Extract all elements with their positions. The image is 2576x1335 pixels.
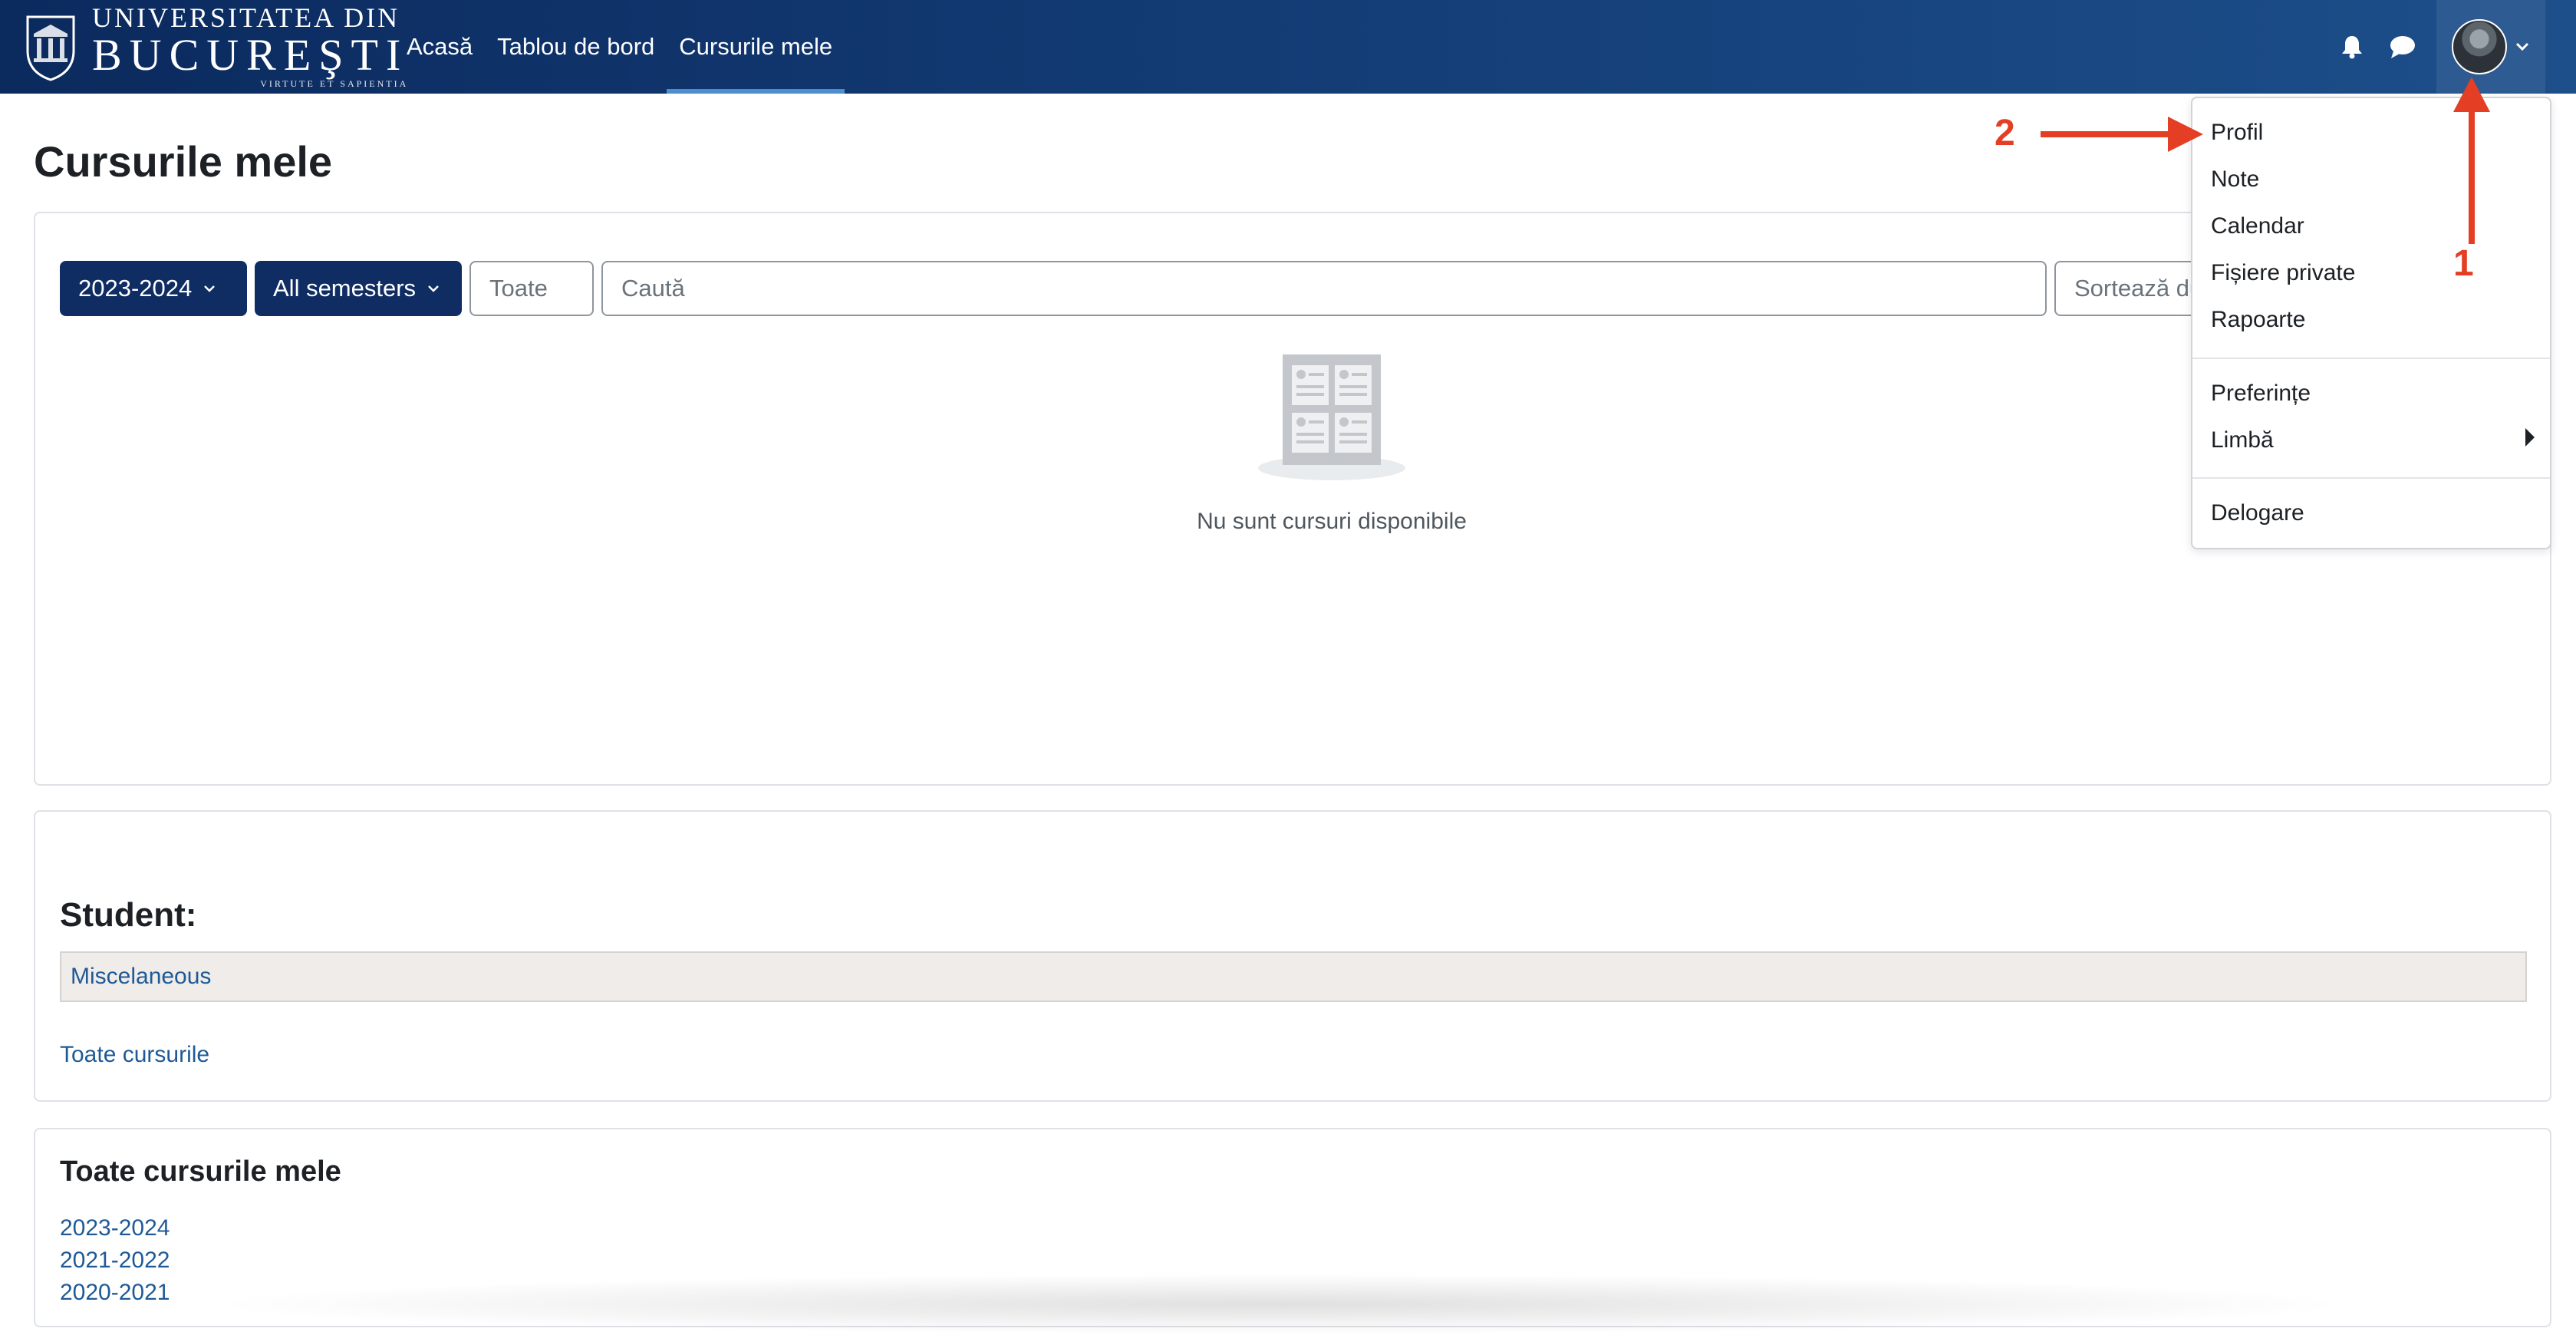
annotation-number-1: 1	[2453, 243, 2474, 284]
page-title: Cursurile mele	[34, 137, 333, 186]
year-link-2020-2021[interactable]: 2020-2021	[60, 1280, 170, 1306]
chevron-down-icon	[204, 285, 216, 292]
category-miscellaneous[interactable]: Miscelaneous	[60, 951, 2527, 1002]
user-dropdown-menu: Profil Note Calendar Fișiere private Rap…	[2191, 97, 2551, 549]
brand-line-1: Universitatea din	[92, 2, 400, 33]
sort-label: Sortează du	[2074, 275, 2203, 302]
submenu-caret-right-icon	[2525, 428, 2535, 447]
all-my-courses-heading: Toate cursurile mele	[60, 1155, 341, 1188]
bottom-shadow	[199, 1274, 2363, 1335]
year-filter-label: 2023-2024	[78, 275, 193, 302]
chevron-down-icon	[428, 285, 439, 292]
empty-courses-illustration-icon	[1258, 354, 1405, 480]
menu-item-logout[interactable]: Delogare	[2211, 500, 2304, 526]
primary-navigation: Acasă Tablou de bord Cursurile mele	[394, 0, 845, 94]
year-link-2021-2022[interactable]: 2021-2022	[60, 1248, 170, 1274]
status-filter[interactable]: Toate	[469, 261, 594, 316]
course-search-input[interactable]: Caută	[601, 261, 2047, 316]
category-link[interactable]: Miscelaneous	[71, 964, 211, 990]
year-link-2023-2024[interactable]: 2023-2024	[60, 1215, 170, 1241]
menu-item-reports[interactable]: Rapoarte	[2211, 307, 2305, 333]
university-logo[interactable]: Universitatea din Bucureşti VIRTUTE ET S…	[23, 2, 409, 89]
brand-motto: VIRTUTE ET SAPIENTIA	[260, 78, 409, 89]
top-navbar: Universitatea din Bucureşti VIRTUTE ET S…	[0, 0, 2576, 94]
messages-chat-icon[interactable]	[2386, 30, 2420, 64]
menu-divider	[2192, 358, 2550, 359]
empty-state-text: Nu sunt cursuri disponibile	[1197, 509, 1467, 534]
brand-line-2: Bucureşti	[92, 30, 409, 80]
annotation-number-2: 2	[1995, 113, 2015, 153]
university-crest-icon	[26, 15, 75, 81]
navbar-actions	[2335, 0, 2545, 94]
nav-dashboard[interactable]: Tablou de bord	[485, 0, 667, 94]
chevron-down-icon	[2515, 42, 2529, 51]
student-categories-card: Student: Miscelaneous Toate cursurile	[34, 810, 2551, 1102]
menu-item-calendar[interactable]: Calendar	[2211, 213, 2304, 239]
sort-dropdown[interactable]: Sortează du	[2054, 261, 2208, 316]
menu-divider	[2192, 477, 2550, 479]
status-filter-label: Toate	[489, 275, 548, 302]
menu-item-profile[interactable]: Profil	[2211, 120, 2263, 146]
empty-state: Nu sunt cursuri disponibile	[1186, 351, 1477, 535]
user-menu-toggle[interactable]	[2436, 0, 2545, 94]
search-placeholder: Caută	[621, 275, 685, 302]
semester-filter-label: All semesters	[273, 275, 417, 302]
menu-item-preferences[interactable]: Preferințe	[2211, 381, 2311, 407]
menu-item-language[interactable]: Limbă	[2211, 427, 2274, 453]
menu-item-private-files[interactable]: Fișiere private	[2211, 260, 2355, 286]
menu-item-grades[interactable]: Note	[2211, 166, 2259, 193]
annotation-arrow-2-icon	[2041, 117, 2203, 152]
semester-filter-dropdown[interactable]: All semesters	[255, 261, 462, 316]
notifications-bell-icon[interactable]	[2335, 30, 2369, 64]
nav-my-courses[interactable]: Cursurile mele	[667, 0, 845, 94]
course-overview-card: 2023-2024 All semesters Toate Caută Sort…	[34, 212, 2551, 786]
course-filters: 2023-2024 All semesters Toate Caută Sort…	[60, 261, 2208, 316]
all-courses-link[interactable]: Toate cursurile	[60, 1042, 209, 1068]
student-heading: Student:	[60, 896, 197, 934]
user-avatar[interactable]	[2452, 19, 2507, 74]
year-filter-dropdown[interactable]: 2023-2024	[60, 261, 247, 316]
nav-home[interactable]: Acasă	[394, 0, 485, 94]
academic-years-list: 2023-2024 2021-2022 2020-2021	[60, 1215, 170, 1306]
